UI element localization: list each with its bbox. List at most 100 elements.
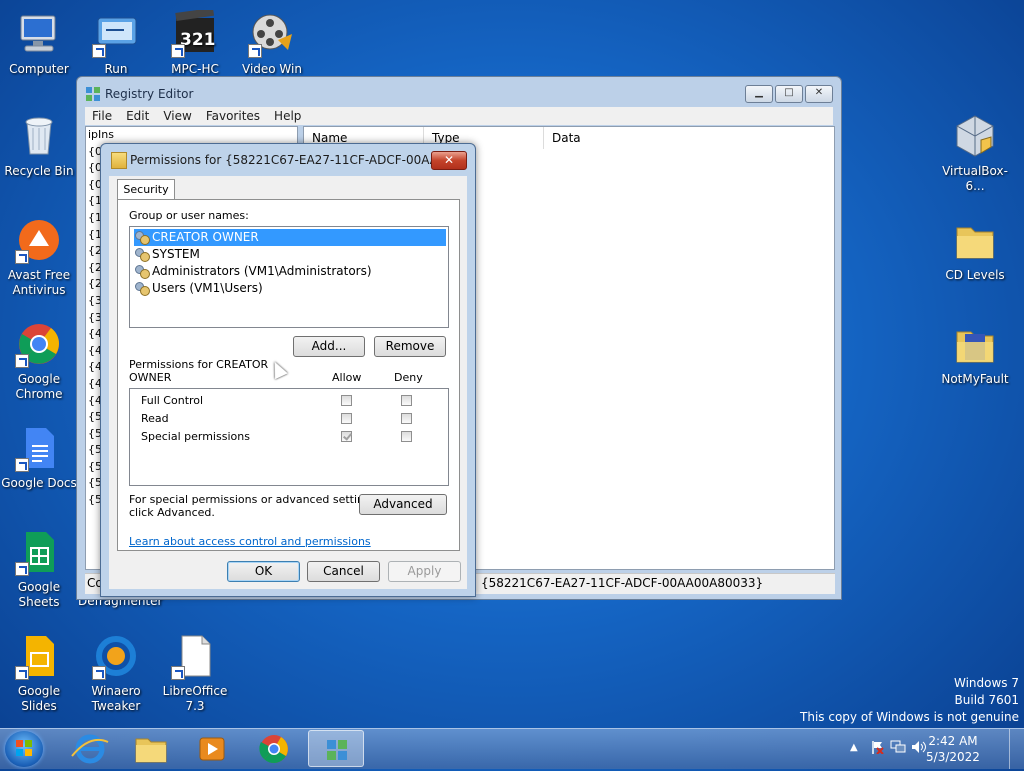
clock-time: 2:42 AM — [928, 734, 978, 748]
special-permissions-deny-checkbox[interactable] — [401, 431, 412, 442]
show-hidden-icons-chevron-icon[interactable]: ▲ — [850, 742, 858, 753]
desktop-icon-video-win[interactable]: Video Win — [234, 10, 310, 77]
learn-about-access-control-link[interactable]: Learn about access control and permissio… — [129, 535, 371, 548]
taskbar: ▲ 2:42 AM 5/3/2022 — [0, 728, 1024, 769]
column-header-data[interactable]: Data — [544, 127, 834, 149]
desktop-icon-avast[interactable]: Avast Free Antivirus — [1, 216, 77, 298]
desktop-icon-label: Run — [104, 62, 128, 76]
registry-editor-icon — [85, 86, 101, 102]
desktop-icon-label: Video Win — [242, 62, 302, 76]
remove-button[interactable]: Remove — [374, 336, 446, 357]
desktop-icon-label: Google Chrome — [15, 372, 63, 401]
computer-icon — [15, 10, 63, 58]
watermark-line1: Windows 7 — [953, 676, 1019, 690]
desktop-icon-google-docs[interactable]: Google Docs — [1, 424, 77, 491]
virtualbox-icon — [951, 112, 999, 160]
desktop-icon-cd-levels[interactable]: CD Levels — [937, 216, 1013, 283]
desktop-icon-chrome[interactable]: Google Chrome — [1, 320, 77, 402]
apply-button[interactable]: Apply — [388, 561, 461, 582]
desktop-icon-mpc-hc[interactable]: 321 MPC-HC — [157, 7, 233, 77]
security-tab-panel: Group or user names: CREATOR OWNER SYSTE… — [117, 199, 460, 551]
menu-help[interactable]: Help — [267, 107, 308, 125]
recycle-bin-icon — [15, 112, 63, 160]
close-button[interactable]: ✕ — [805, 85, 833, 103]
desktop-icon-computer[interactable]: Computer — [1, 10, 77, 77]
permission-row-full-control: Full Control — [141, 394, 204, 407]
desktop-icon-google-slides[interactable]: Google Slides — [1, 632, 77, 714]
taskbar-registry-editor[interactable] — [308, 730, 364, 767]
taskbar-chrome[interactable] — [246, 730, 302, 767]
menu-favorites[interactable]: Favorites — [199, 107, 267, 125]
desktop-icon-label: CD Levels — [945, 268, 1005, 282]
cancel-button[interactable]: Cancel — [307, 561, 380, 582]
menu-file[interactable]: File — [85, 107, 119, 125]
desktop-icon-virtualbox[interactable]: VirtualBox-6... — [935, 112, 1015, 194]
ok-button[interactable]: OK — [227, 561, 300, 582]
shortcut-arrow-icon — [248, 44, 262, 58]
dialog-title: Permissions for {58221C67-EA27-11CF-ADCF… — [130, 153, 436, 167]
shortcut-arrow-icon — [92, 44, 106, 58]
clock[interactable]: 2:42 AM 5/3/2022 — [918, 733, 988, 765]
run-icon — [92, 10, 140, 58]
special-permissions-allow-checkbox[interactable] — [341, 431, 352, 442]
winaero-tweaker-icon — [92, 632, 140, 680]
user-name: CREATOR OWNER — [152, 230, 259, 244]
desktop-icon-notmyfault[interactable]: NotMyFault — [937, 320, 1013, 387]
user-group-icon — [134, 281, 150, 296]
desktop-icon-winaero-tweaker[interactable]: Winaero Tweaker — [78, 632, 154, 714]
action-center-flag-icon[interactable] — [870, 740, 884, 755]
maximize-button[interactable]: □ — [775, 85, 803, 103]
add-button[interactable]: Add... — [293, 336, 365, 357]
menu-view[interactable]: View — [156, 107, 198, 125]
desktop-icon-label: Google Sheets — [17, 580, 61, 609]
advanced-help-text: For special permissions or advanced sett… — [129, 493, 380, 519]
menu-edit[interactable]: Edit — [119, 107, 156, 125]
google-docs-icon — [15, 424, 63, 472]
show-desktop-button[interactable] — [1009, 729, 1024, 769]
user-item-users[interactable]: Users (VM1\Users) — [134, 280, 263, 297]
user-group-icon — [134, 264, 150, 279]
dialog-close-button[interactable]: ✕ — [431, 151, 467, 170]
film-reel-icon — [248, 10, 296, 58]
user-item-administrators[interactable]: Administrators (VM1\Administrators) — [134, 263, 372, 280]
tab-security[interactable]: Security — [117, 179, 175, 200]
desktop-icon-label: Avast Free Antivirus — [7, 268, 71, 297]
mpc-hc-icon: 321 — [171, 7, 219, 58]
user-item-creator-owner[interactable]: CREATOR OWNER — [134, 229, 446, 246]
full-control-allow-checkbox[interactable] — [341, 395, 352, 406]
desktop-icon-label: VirtualBox-6... — [942, 164, 1008, 193]
dialog-body: Security Group or user names: CREATOR OW… — [109, 176, 467, 589]
desktop-icon-libreoffice[interactable]: LibreOffice 7.3 — [157, 632, 233, 714]
start-button[interactable] — [5, 731, 43, 767]
user-item-system[interactable]: SYSTEM — [134, 246, 200, 263]
desktop-icon-google-sheets[interactable]: Google Sheets — [1, 528, 77, 610]
advanced-button[interactable]: Advanced — [359, 494, 447, 515]
permission-row-read: Read — [141, 412, 169, 425]
chrome-icon — [15, 320, 63, 368]
permission-row-special: Special permissions — [141, 430, 250, 443]
taskbar-internet-explorer[interactable] — [62, 730, 118, 767]
tree-header-item[interactable]: ipIns — [86, 127, 297, 144]
user-list[interactable]: CREATOR OWNER SYSTEM Administrators (VM1… — [129, 226, 449, 328]
permissions-for-line1: Permissions for CREATOR — [129, 358, 269, 371]
user-name: Users (VM1\Users) — [152, 281, 263, 295]
full-control-deny-checkbox[interactable] — [401, 395, 412, 406]
chrome-icon — [259, 735, 288, 764]
network-icon[interactable] — [890, 740, 906, 754]
desktop-icon-recycle-bin[interactable]: Recycle Bin — [1, 112, 77, 179]
folder-icon — [951, 320, 999, 368]
taskbar-media-player[interactable] — [184, 730, 240, 767]
taskbar-windows-explorer[interactable] — [123, 730, 179, 767]
minimize-button[interactable]: ▁ — [745, 85, 773, 103]
read-allow-checkbox[interactable] — [341, 413, 352, 424]
shortcut-arrow-icon — [15, 250, 29, 264]
permissions-dialog[interactable]: Permissions for {58221C67-EA27-11CF-ADCF… — [100, 143, 476, 597]
read-deny-checkbox[interactable] — [401, 413, 412, 424]
permissions-for-line2: OWNER — [129, 371, 172, 384]
menu-bar: File Edit View Favorites Help — [85, 107, 833, 125]
shortcut-arrow-icon — [15, 562, 29, 576]
media-player-icon — [199, 737, 225, 761]
desktop-icon-run[interactable]: Run — [78, 10, 154, 77]
desktop-icon-label: Winaero Tweaker — [91, 684, 141, 713]
shortcut-arrow-icon — [171, 666, 185, 680]
